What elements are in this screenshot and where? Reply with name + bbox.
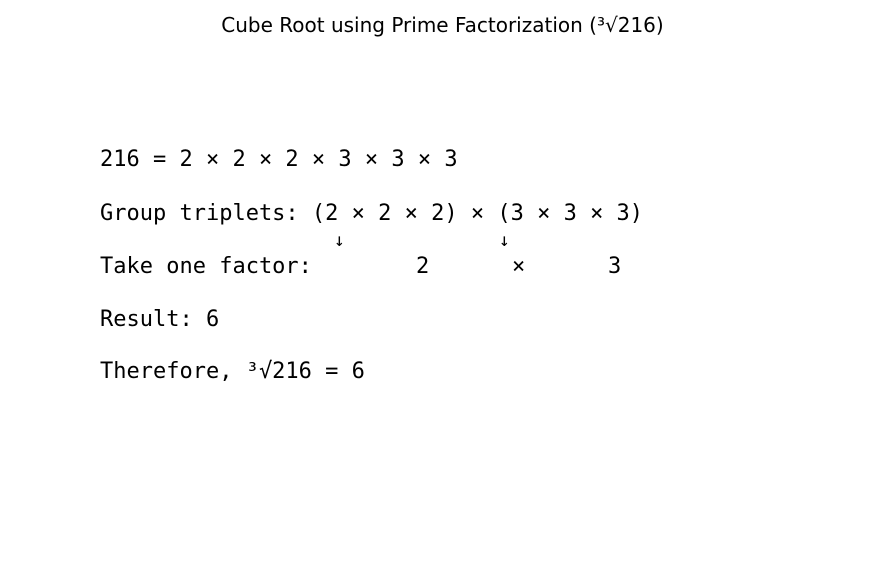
factorization-line: 216 = 2 × 2 × 2 × 3 × 3 × 3	[100, 147, 458, 172]
down-arrow-icon: ↓	[334, 230, 345, 251]
multiply-sign: ×	[512, 254, 526, 279]
diagram-title: Cube Root using Prime Factorization (³√2…	[221, 13, 664, 37]
take-one-factor-label: Take one factor:	[100, 254, 312, 279]
result-line: Result: 6	[100, 307, 220, 332]
selected-factor-two: 2	[416, 254, 430, 279]
selected-factor-three: 3	[608, 254, 622, 279]
therefore-line: Therefore, ³√216 = 6	[100, 359, 365, 384]
down-arrow-icon: ↓	[499, 230, 510, 251]
group-triplets-line: Group triplets: (2 × 2 × 2) × (3 × 3 × 3…	[100, 201, 644, 226]
